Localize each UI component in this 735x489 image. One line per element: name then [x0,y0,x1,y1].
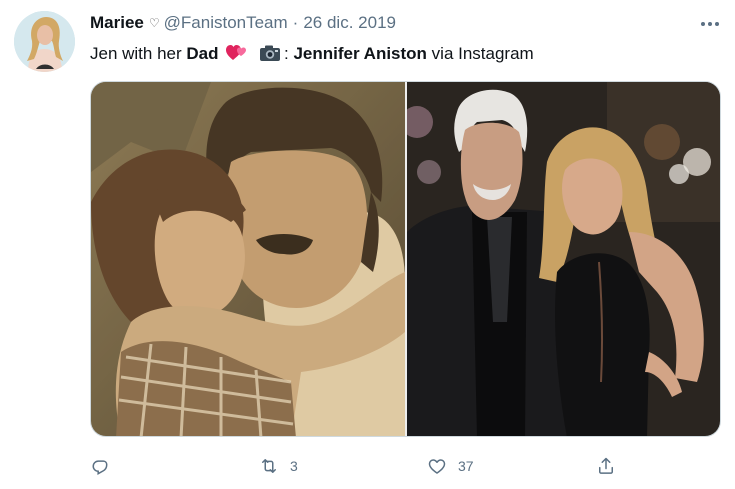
name-heart-icon: ♡ [148,16,160,30]
photo-recent-father-daughter[interactable] [407,82,720,436]
tweet-text-part2: via Instagram [426,44,534,63]
heart-icon [428,459,446,474]
display-name[interactable]: Mariee [90,13,144,33]
tweet-text-bold-dad: Dad [186,44,219,63]
like-count: 37 [458,458,474,474]
tweet-header: Mariee ♡ @FanistonTeam · 26 dic. 2019 [90,12,396,34]
camera-emoji [259,44,281,68]
tweet-text-part1: Jen with her [90,44,187,63]
timestamp[interactable]: 26 dic. 2019 [303,13,396,33]
avatar[interactable] [14,11,75,72]
tweet[interactable]: Mariee ♡ @FanistonTeam · 26 dic. 2019 Je… [0,0,735,489]
more-horizontal-icon[interactable] [697,14,723,34]
tweet-text-bold-name: Jennifer Aniston [293,44,427,63]
two-hearts-emoji [226,44,248,68]
photo-vintage-father-daughter[interactable] [91,82,405,436]
share-icon [599,457,613,474]
retweet-button[interactable]: 3 [258,452,298,480]
share-button[interactable] [596,452,616,480]
like-button[interactable]: 37 [426,452,474,480]
separator: · [292,13,299,32]
tweet-media[interactable] [90,81,721,437]
tweet-actions: 3 37 [90,452,721,480]
reply-icon [92,460,108,475]
tweet-text: Jen with her Dad : Jennifer Aniston via … [90,43,534,68]
retweet-count: 3 [290,458,298,474]
retweet-icon [262,459,276,473]
reply-button[interactable] [90,452,120,480]
user-handle[interactable]: @FanistonTeam [164,13,288,33]
